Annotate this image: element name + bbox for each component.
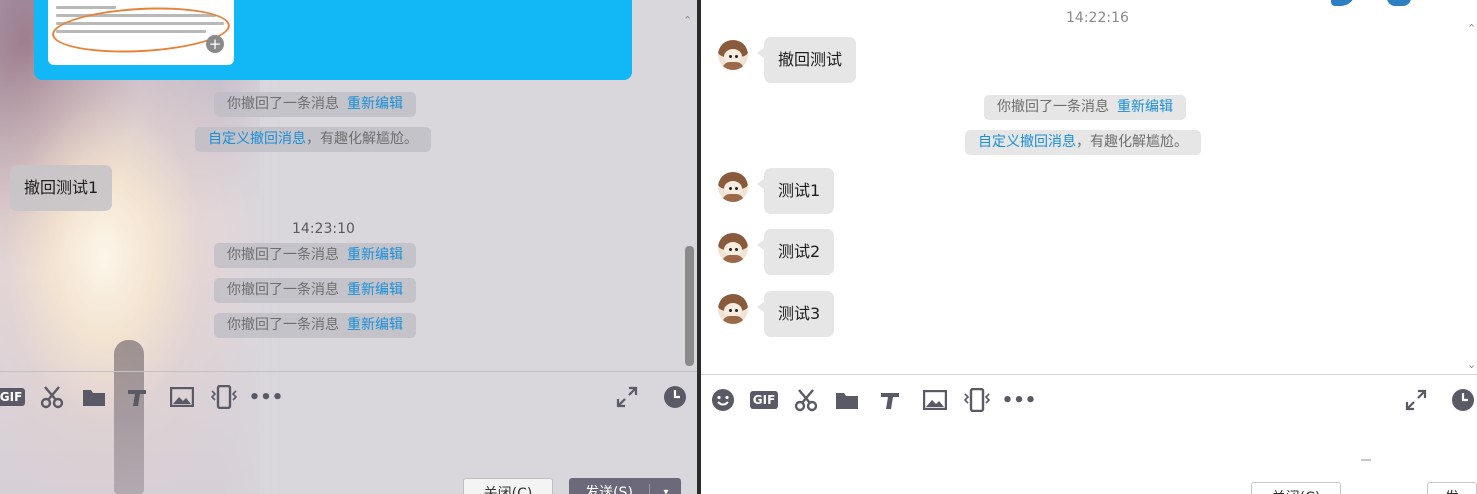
scrollbar-thumb[interactable]	[685, 246, 694, 366]
video-icon[interactable]	[1387, 0, 1411, 6]
music-icon[interactable]	[877, 386, 903, 414]
music-icon[interactable]	[124, 383, 150, 411]
avatar[interactable]	[718, 294, 748, 324]
close-button[interactable]: 关闭(C)	[463, 478, 553, 494]
message-scrollbar[interactable]: ⌃ ⌄	[683, 14, 697, 370]
input-caret	[1361, 459, 1371, 461]
scissors-icon[interactable]	[38, 383, 66, 411]
recall-notice-text: 你撤回了一条消息	[997, 99, 1109, 115]
scissors-icon[interactable]	[792, 386, 820, 414]
avatar[interactable]	[718, 172, 748, 202]
more-icon[interactable]: •••	[1002, 386, 1037, 414]
custom-recall-text: ，有趣化解尴尬。	[1076, 134, 1188, 150]
right-chat-window: 14:22:16 ⌃ 撤回测试 你撤回了一条消息 重新编辑 自定义撤回消息，有趣化…	[701, 0, 1477, 494]
recall-notice: 你撤回了一条消息 重新编辑	[214, 278, 416, 303]
reedit-link[interactable]: 重新编辑	[347, 247, 403, 263]
custom-recall-text: ，有趣化解尴尬。	[306, 131, 418, 147]
recall-notice-text: 你撤回了一条消息	[227, 317, 339, 333]
reedit-link[interactable]: 重新编辑	[347, 282, 403, 298]
message-bubble[interactable]: 测试3	[756, 291, 835, 337]
image-thumbnail[interactable]: +	[48, 0, 234, 65]
avatar[interactable]	[718, 233, 748, 263]
message-bubble[interactable]: 撤回测试	[756, 37, 857, 83]
custom-recall-link[interactable]: 自定义撤回消息	[978, 134, 1076, 150]
input-toolbar: GIF •••	[0, 383, 697, 411]
gif-icon[interactable]: GIF	[0, 383, 26, 411]
input-divider	[701, 374, 1477, 375]
recall-notice-text: 你撤回了一条消息	[227, 96, 339, 112]
scroll-down-icon[interactable]: ⌄	[1467, 359, 1476, 370]
phone-shake-icon[interactable]	[208, 383, 240, 411]
custom-recall-tip: 自定义撤回消息，有趣化解尴尬。	[195, 127, 431, 152]
send-label[interactable]: 发送(S)	[569, 478, 649, 494]
reedit-link[interactable]: 重新编辑	[1117, 99, 1173, 115]
input-divider	[0, 371, 697, 372]
folder-icon[interactable]	[834, 386, 860, 414]
phone-shake-icon[interactable]	[961, 386, 993, 414]
folder-icon[interactable]	[81, 383, 107, 411]
send-options-chevron-icon[interactable]: ▾	[655, 478, 677, 494]
more-icon[interactable]: •••	[249, 383, 284, 411]
custom-recall-tip: 自定义撤回消息，有趣化解尴尬。	[965, 130, 1201, 155]
expand-icon[interactable]	[1403, 386, 1429, 414]
send-button[interactable]: 发	[1427, 482, 1477, 494]
clock-icon[interactable]	[1450, 386, 1476, 414]
message-bubble[interactable]: 测试1	[756, 168, 835, 214]
left-chat-window: + 你撤回了一条消息 重新编辑 自定义撤回消息，有趣化解尴尬。 撤回测试1 14:…	[0, 0, 697, 494]
message-bubble[interactable]: 撤回测试1	[10, 165, 113, 211]
avatar[interactable]	[718, 40, 748, 70]
image-icon[interactable]	[169, 383, 195, 411]
expand-icon[interactable]	[614, 383, 640, 411]
custom-recall-link[interactable]: 自定义撤回消息	[208, 131, 306, 147]
recall-notice-text: 你撤回了一条消息	[227, 247, 339, 263]
background-figure	[114, 340, 144, 494]
timestamp: 14:23:10	[292, 221, 355, 237]
reedit-link[interactable]: 重新编辑	[347, 317, 403, 333]
input-toolbar: GIF •••	[701, 386, 1477, 414]
recall-notice: 你撤回了一条消息 重新编辑	[214, 313, 416, 338]
recall-notice: 你撤回了一条消息 重新编辑	[214, 243, 416, 268]
clock-icon[interactable]	[662, 383, 688, 411]
scroll-up-icon[interactable]: ⌃	[1467, 23, 1476, 34]
zoom-plus-icon[interactable]: +	[206, 35, 224, 53]
scroll-down-icon[interactable]: ⌄	[683, 355, 692, 366]
send-button[interactable]: 发送(S) ▾	[569, 478, 681, 494]
reedit-link[interactable]: 重新编辑	[347, 96, 403, 112]
timestamp: 14:22:16	[1066, 10, 1129, 26]
phone-icon[interactable]	[1331, 0, 1355, 6]
recall-notice: 你撤回了一条消息 重新编辑	[984, 95, 1186, 120]
message-bubble[interactable]: 测试2	[756, 229, 835, 275]
recall-notice: 你撤回了一条消息 重新编辑	[214, 92, 416, 117]
image-icon[interactable]	[922, 386, 948, 414]
right-top-icons	[1331, 0, 1441, 10]
scroll-up-icon[interactable]: ⌃	[683, 15, 692, 26]
recall-notice-text: 你撤回了一条消息	[227, 282, 339, 298]
emoji-icon[interactable]	[710, 386, 736, 414]
gif-icon[interactable]: GIF	[749, 386, 779, 414]
close-button[interactable]: 关闭(C)	[1251, 482, 1341, 494]
